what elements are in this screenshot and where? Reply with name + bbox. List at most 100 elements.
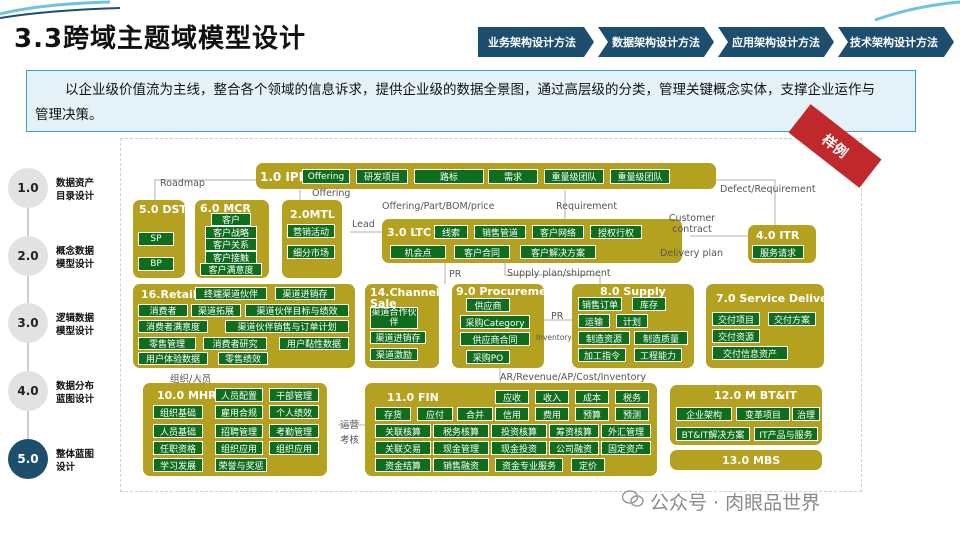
mhr-item: 学习发展 xyxy=(153,458,203,472)
fin-item: 合并 xyxy=(457,407,493,421)
retail-item: 零售管理 xyxy=(138,337,196,350)
fin-item: 投资核算 xyxy=(491,424,547,438)
ltc-item: 销售管道 xyxy=(474,225,526,239)
fin-item: 固定资产 xyxy=(601,441,651,455)
domain-ltc: 3.0 LTC 线索 销售管道 客户网络 授权行权 机会点 客户合同 客户解决方… xyxy=(382,219,682,263)
domain-service-delivery: 7.0 Service Delivery 交付项目 交付方案 交付资源 交付信息… xyxy=(706,284,840,368)
mhr-item: 组织应用 xyxy=(269,441,319,455)
fin-item: 外汇管理 xyxy=(601,424,651,438)
fin-item: 资金结算 xyxy=(375,458,431,472)
step-4[interactable]: 4.0 xyxy=(8,371,48,411)
ltc-item: 线索 xyxy=(434,225,468,239)
page-title: 3.3跨域主题域模型设计 xyxy=(14,24,307,54)
supply-item: 制造资源 xyxy=(578,331,630,345)
mhr-item: 个人绩效 xyxy=(269,405,319,419)
ltc-item: 机会点 xyxy=(390,245,446,259)
ipd-item: 需求 xyxy=(488,169,538,184)
label-supply-plan: Supply plan/shipment xyxy=(507,268,611,279)
banner-line-2: 管理决策。 xyxy=(35,107,103,123)
procurement-item: 采购PO xyxy=(466,350,510,364)
banner-line-1: 以企业级价值流为主线，整合各个领域的信息诉求，提供企业级的数据全景图，通过高层级… xyxy=(65,82,875,98)
fin-item: 税务 xyxy=(615,390,649,404)
label-ar-revenue: AR/Revenue/AP/Cost/Inventory xyxy=(500,372,646,383)
step-2[interactable]: 2.0 xyxy=(8,236,48,276)
watermark: 公众号 · 肉眼品世界 xyxy=(650,492,821,514)
fin-item: 成本 xyxy=(575,390,609,404)
domain-mbs: 13.0 MBS xyxy=(670,450,822,470)
ltc-item: 客户解决方案 xyxy=(520,245,596,259)
nav-business-architecture[interactable]: 业务架构设计方法 xyxy=(480,27,584,57)
fin-item: 销售融资 xyxy=(433,458,489,472)
retail-item: 渠道伙伴销售与订单计划 xyxy=(225,320,349,333)
corner-decoration xyxy=(0,0,120,19)
step-1[interactable]: 1.0 xyxy=(8,168,48,208)
step-3[interactable]: 3.0 xyxy=(8,303,48,343)
step-1-label: 数据资产 目录设计 xyxy=(56,177,94,203)
domain-dst-title: 5.0 DST xyxy=(139,203,187,216)
dst-item: BP xyxy=(138,257,174,271)
fin-item: 应付 xyxy=(417,407,453,421)
domain-procurement-title: 9.0 Procurement xyxy=(456,285,560,298)
supply-item: 工程能力 xyxy=(634,348,682,362)
mtl-item: 细分市场 xyxy=(287,245,335,259)
mhr-item: 任职资格 xyxy=(153,441,203,455)
domain-procurement: 9.0 Procurement 供应商 采购Category 供应商合同 采购P… xyxy=(452,284,560,368)
domain-ipd: 1.0 IPD Offering 研发项目 路标 需求 重量级团队 重量级团队 xyxy=(256,163,716,189)
mhr-item: 干部管理 xyxy=(269,388,319,402)
ltc-item: 客户合同 xyxy=(454,245,510,259)
domain-mhr-title: 10.0 MHR xyxy=(157,389,217,402)
channel-item: 渠道激励 xyxy=(370,348,418,361)
supply-item: 运输 xyxy=(578,314,610,328)
label-assessment: 考核 xyxy=(340,435,360,446)
ipd-item: Offering xyxy=(302,169,350,184)
nav-technology-architecture[interactable]: 技术架构设计方法 xyxy=(842,27,946,57)
nav-application-architecture[interactable]: 应用架构设计方法 xyxy=(724,27,828,57)
retail-item: 渠道拓展 xyxy=(191,304,241,317)
retail-item: 渠道进销存 xyxy=(275,287,335,300)
domain-dst: 5.0 DST SP BP xyxy=(133,200,187,278)
label-roadmap: Roadmap xyxy=(160,178,205,189)
domain-mhr: 10.0 MHR 人员配置 干部管理 组织基础 雇用合规 个人绩效 人员基础 招… xyxy=(143,383,327,476)
supply-item: 计划 xyxy=(616,314,648,328)
ipd-item: 重量级团队 xyxy=(610,169,670,184)
label-requirement: Requirement xyxy=(556,201,618,212)
label-ops: 运营 xyxy=(340,420,360,431)
nav-data-architecture[interactable]: 数据架构设计方法 xyxy=(604,27,708,57)
step-4-line1: 数据分布 xyxy=(56,381,95,392)
domain-btit: 12.0 M BT&IT 企业架构 变革项目 治理 BT&IT解决方案 IT产品… xyxy=(670,385,822,445)
service-item: 交付项目 xyxy=(712,312,760,326)
step-1-line2: 目录设计 xyxy=(56,191,95,202)
domain-channel-sale: 14.Channel Sale 渠道合作伙伴 渠道进销存 渠道激励 xyxy=(365,284,440,368)
mhr-item: 雇用合规 xyxy=(215,405,263,419)
fin-item: 关联核算 xyxy=(375,424,431,438)
fin-item: 存货 xyxy=(375,407,411,421)
ipd-item: 路标 xyxy=(414,169,484,184)
step-5-line1: 整体蓝图 xyxy=(56,449,95,460)
step-5[interactable]: 5.0 xyxy=(8,439,48,479)
procurement-item: 采购Category xyxy=(460,315,530,329)
mhr-item: 人员配置 xyxy=(215,388,263,402)
procurement-item: 供应商合同 xyxy=(460,332,530,346)
service-item: 交付信息资产 xyxy=(712,346,788,360)
step-4-line2: 蓝图设计 xyxy=(56,394,95,405)
fin-item: 费用 xyxy=(535,407,569,421)
procurement-item: 供应商 xyxy=(466,298,510,312)
retail-item: 消费者 xyxy=(138,304,188,317)
fin-item: 预测 xyxy=(615,407,649,421)
step-1-line1: 数据资产 xyxy=(56,178,95,189)
itr-item: 服务请求 xyxy=(752,245,804,259)
fin-item: 资金专业服务 xyxy=(495,458,563,472)
intro-banner: 以企业级价值流为主线，整合各个领域的信息诉求，提供企业级的数据全景图，通过高层级… xyxy=(26,70,916,132)
btit-item: BT&IT解决方案 xyxy=(676,427,750,441)
domain-itr-title: 4.0 ITR xyxy=(756,229,800,242)
mhr-item: 人员基础 xyxy=(153,424,203,438)
domain-btit-title: 12.0 M BT&IT xyxy=(714,389,797,402)
ipd-item: 重量级团队 xyxy=(544,169,604,184)
step-3-line1: 逻辑数据 xyxy=(56,313,95,324)
mhr-item: 考勤管理 xyxy=(269,424,319,438)
ltc-item: 客户网络 xyxy=(532,225,584,239)
retail-item: 消费者满意度 xyxy=(138,320,208,333)
supply-item: 库存 xyxy=(632,297,666,311)
fin-item: 筹资核算 xyxy=(549,424,599,438)
step-3-line2: 模型设计 xyxy=(56,326,95,337)
